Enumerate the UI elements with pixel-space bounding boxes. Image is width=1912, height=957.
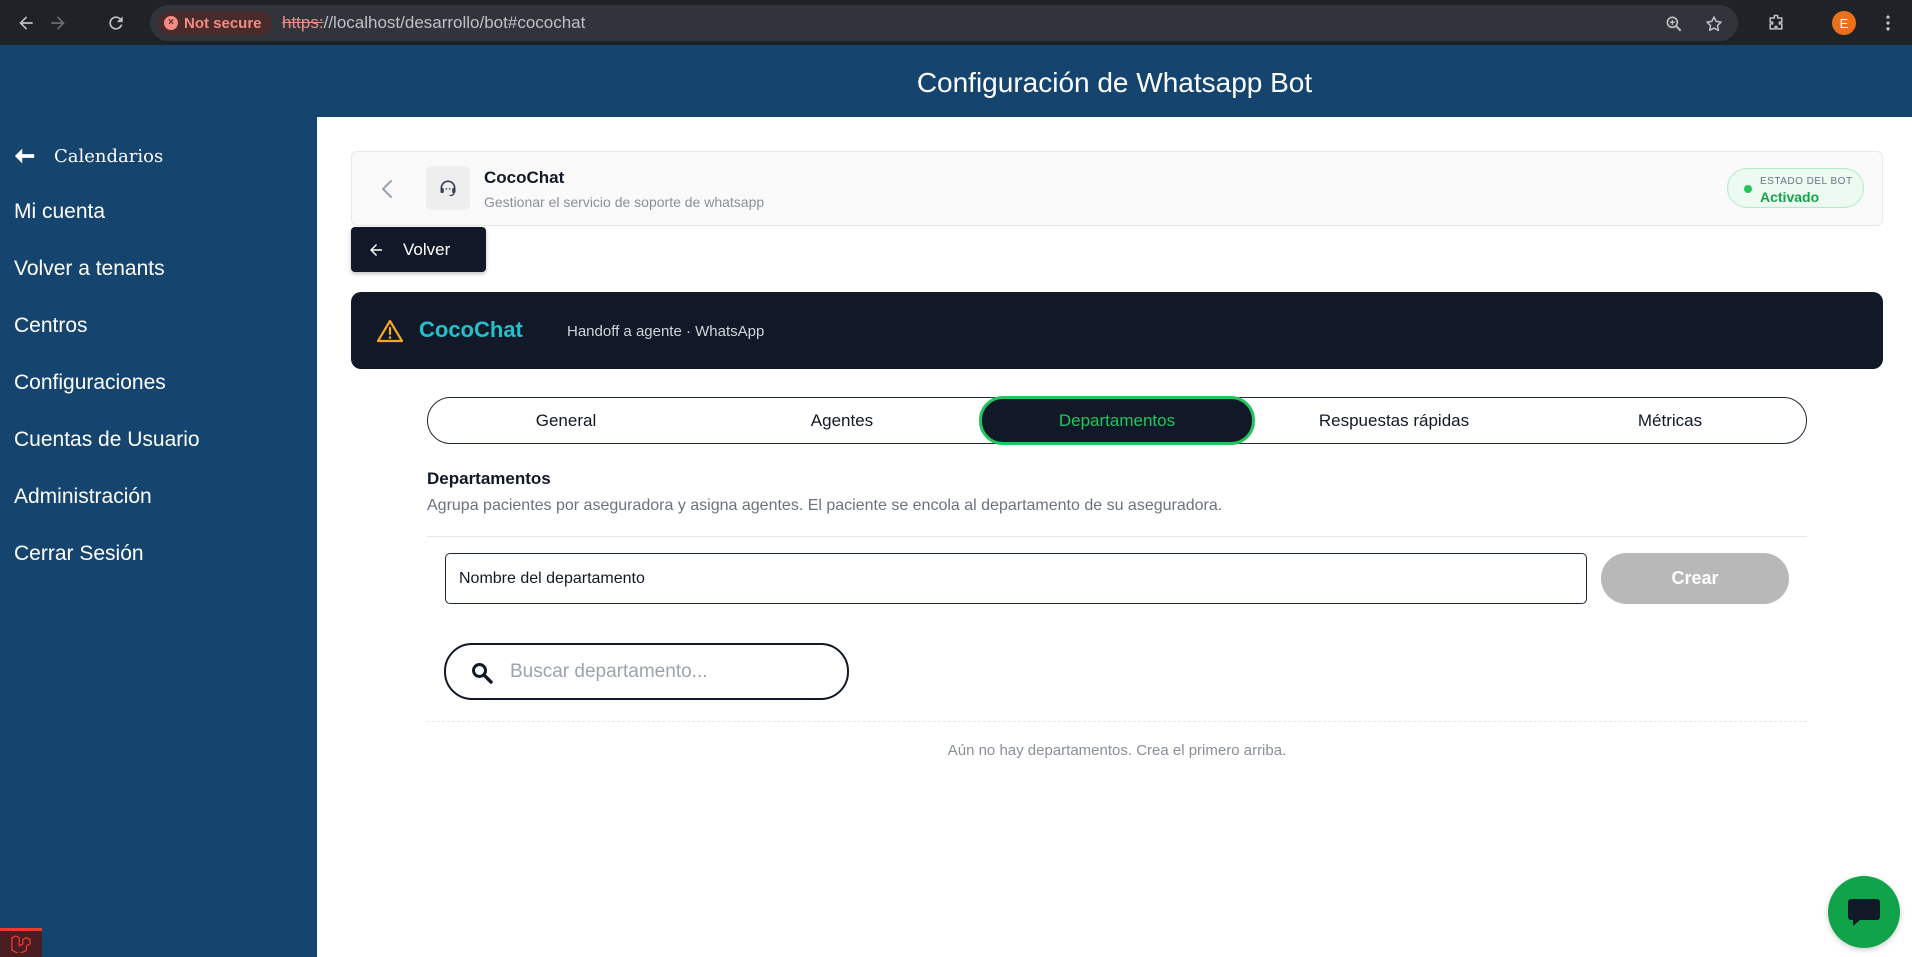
- insecure-icon: ×: [164, 16, 178, 30]
- sidebar-item-cerrar-sesion[interactable]: Cerrar Sesión: [14, 542, 144, 566]
- address-bar[interactable]: × Not secure https://localhost/desarroll…: [150, 5, 1738, 41]
- status-label: ESTADO DEL BOT: [1760, 176, 1853, 187]
- tab-departamentos[interactable]: Departamentos: [979, 396, 1255, 445]
- sidebar-item-cuentas-usuario[interactable]: Cuentas de Usuario: [14, 428, 200, 452]
- bot-status-badge: ESTADO DEL BOT Activado: [1727, 168, 1864, 208]
- sidebar-back-calendarios[interactable]: Calendarios: [14, 145, 163, 167]
- arrow-left-icon: [14, 148, 35, 164]
- bot-avatar: [426, 166, 470, 210]
- bot-name: CocoChat: [484, 168, 565, 187]
- kebab-menu-icon: [1886, 15, 1890, 31]
- url-scheme: https:: [282, 13, 324, 32]
- search-box[interactable]: [444, 643, 849, 700]
- volver-label: Volver: [403, 239, 451, 259]
- section-title: Departamentos: [427, 469, 551, 488]
- warning-icon: [377, 319, 403, 343]
- browser-menu-button[interactable]: [1876, 11, 1900, 35]
- puzzle-icon: [1769, 14, 1783, 30]
- sidebar-item-mi-cuenta[interactable]: Mi cuenta: [14, 200, 105, 224]
- divider: [427, 536, 1807, 537]
- url-rest: //localhost/desarrollo/bot#cocochat: [323, 13, 586, 32]
- chat-bubble-icon: [1848, 899, 1880, 926]
- sidebar-item-administracion[interactable]: Administración: [14, 485, 152, 509]
- search-icon: [472, 663, 493, 684]
- extensions-button[interactable]: [1764, 11, 1788, 35]
- sidebar: Calendarios Mi cuenta Volver a tenants C…: [0, 117, 317, 957]
- browser-forward-button[interactable]: [46, 11, 70, 35]
- url-text[interactable]: https://localhost/desarrollo/bot#cococha…: [282, 13, 585, 33]
- sidebar-item-centros[interactable]: Centros: [14, 314, 88, 338]
- browser-reload-button[interactable]: [104, 11, 128, 35]
- laravel-logo-icon: [11, 935, 31, 953]
- status-dot: [1744, 185, 1752, 193]
- browser-toolbar: × Not secure https://localhost/desarroll…: [0, 0, 1912, 45]
- sidebar-item-volver-tenants[interactable]: Volver a tenants: [14, 257, 165, 281]
- debugbar-toggle[interactable]: [0, 928, 42, 957]
- banner-brand: CocoChat: [419, 317, 523, 342]
- tab-metricas[interactable]: Métricas: [1532, 398, 1808, 443]
- chat-widget-button[interactable]: [1828, 876, 1900, 948]
- status-value: Activado: [1760, 189, 1820, 205]
- arrow-left-icon: [370, 243, 382, 256]
- section-description: Agrupa pacientes por aseguradora y asign…: [427, 497, 1223, 514]
- list-divider: [427, 721, 1807, 722]
- bot-card: CocoChat Gestionar el servicio de soport…: [351, 151, 1883, 226]
- profile-avatar[interactable]: E: [1832, 11, 1856, 35]
- bot-description: Gestionar el servicio de soporte de what…: [484, 194, 765, 210]
- search-input[interactable]: [510, 657, 830, 687]
- banner-subtitle: Handoff a agente · WhatsApp: [567, 323, 765, 340]
- sidebar-back-label: Calendarios: [54, 145, 164, 167]
- chevron-left-icon[interactable]: [378, 178, 398, 200]
- crear-button[interactable]: Crear: [1601, 553, 1789, 604]
- page-title: Configuración de Whatsapp Bot: [916, 67, 1313, 98]
- department-name-input[interactable]: [445, 553, 1587, 604]
- arrow-right-icon: [51, 16, 65, 30]
- browser-back-button[interactable]: [14, 11, 38, 35]
- bookmark-star-icon[interactable]: [1704, 14, 1724, 34]
- headset-icon: [440, 180, 456, 197]
- app-header: Configuración de Whatsapp Bot: [0, 45, 1912, 117]
- security-indicator[interactable]: × Not secure: [158, 11, 272, 35]
- zoom-icon[interactable]: [1664, 14, 1684, 34]
- reload-icon: [109, 16, 123, 30]
- tab-respuestas-rapidas[interactable]: Respuestas rápidas: [1256, 398, 1532, 443]
- tab-agentes[interactable]: Agentes: [704, 398, 980, 443]
- security-label: Not secure: [184, 14, 262, 32]
- tab-general[interactable]: General: [428, 398, 704, 443]
- empty-state-message: Aún no hay departamentos. Crea el primer…: [947, 742, 1287, 759]
- volver-button[interactable]: Volver: [351, 227, 486, 272]
- main-content: CocoChat Gestionar el servicio de soport…: [317, 117, 1912, 957]
- sidebar-item-configuraciones[interactable]: Configuraciones: [14, 371, 166, 395]
- cocochat-banner: CocoChat Handoff a agente · WhatsApp: [351, 292, 1883, 369]
- tab-bar: General Agentes Departamentos Respuestas…: [427, 396, 1808, 445]
- arrow-left-icon: [19, 16, 33, 30]
